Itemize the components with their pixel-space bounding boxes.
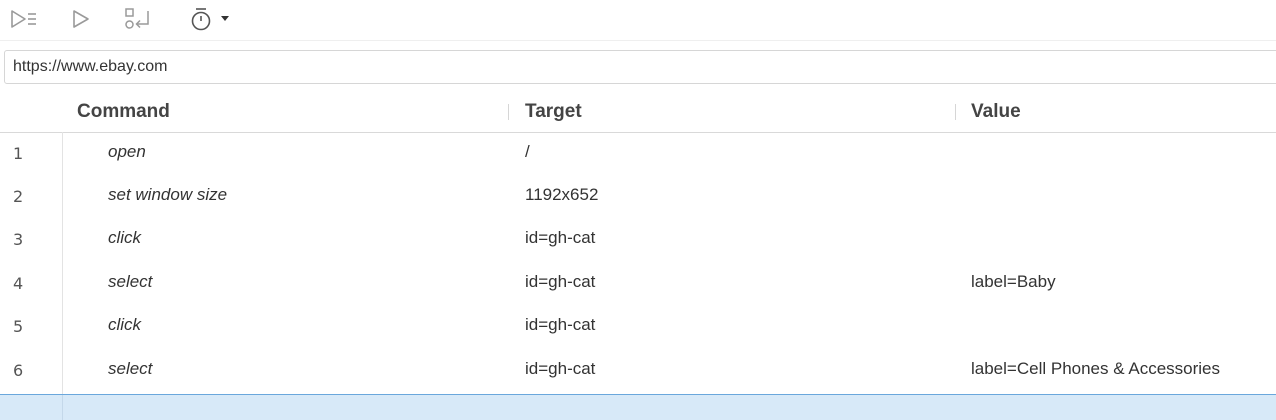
table-row[interactable]: 3 click id=gh-cat <box>0 218 1276 261</box>
table-header: Command Target Value <box>0 92 1276 133</box>
row-number: 3 <box>13 230 24 249</box>
base-url-field[interactable] <box>4 50 1276 84</box>
table-row[interactable]: 6 select id=gh-cat label=Cell Phones & A… <box>0 349 1276 392</box>
run-current-test-icon <box>73 10 89 28</box>
table-row[interactable]: 5 click id=gh-cat <box>0 305 1276 348</box>
target-cell[interactable]: 1192x652 <box>525 175 598 218</box>
command-cell[interactable]: open <box>108 132 146 175</box>
test-speed-icon <box>191 8 229 31</box>
row-number: 4 <box>13 274 24 293</box>
column-resize-handle[interactable] <box>955 104 956 120</box>
step-over-icon <box>125 8 149 29</box>
column-resize-handle[interactable] <box>508 104 509 120</box>
column-header-value[interactable]: Value <box>971 92 1021 132</box>
target-cell[interactable]: / <box>525 132 530 175</box>
table-row[interactable]: 2 set window size 1192x652 <box>0 175 1276 218</box>
empty-selected-row[interactable] <box>0 394 1276 420</box>
row-number: 6 <box>13 361 24 380</box>
row-number: 1 <box>13 144 24 163</box>
command-cell[interactable]: click <box>108 305 141 348</box>
column-header-target[interactable]: Target <box>525 92 582 132</box>
target-cell[interactable]: id=gh-cat <box>525 305 595 348</box>
base-url-input[interactable] <box>13 51 1213 83</box>
target-cell[interactable]: id=gh-cat <box>525 262 595 305</box>
table-row[interactable]: 4 select id=gh-cat label=Baby <box>0 262 1276 305</box>
target-cell[interactable]: id=gh-cat <box>525 218 595 261</box>
row-number: 2 <box>13 187 24 206</box>
toolbar <box>0 0 1276 41</box>
target-cell[interactable]: id=gh-cat <box>525 349 595 392</box>
command-cell[interactable]: set window size <box>108 175 227 218</box>
run-current-test-button[interactable] <box>66 5 94 33</box>
table-row[interactable]: 1 open / <box>0 132 1276 175</box>
value-cell[interactable]: label=Cell Phones & Accessories <box>971 349 1220 392</box>
gutter-divider <box>62 395 63 420</box>
run-all-tests-button[interactable] <box>6 5 40 33</box>
command-cell[interactable]: select <box>108 349 152 392</box>
run-all-tests-icon <box>11 10 36 28</box>
column-header-command[interactable]: Command <box>77 92 170 132</box>
value-cell[interactable]: label=Baby <box>971 262 1056 305</box>
step-over-button[interactable] <box>120 5 154 33</box>
command-cell[interactable]: click <box>108 218 141 261</box>
command-cell[interactable]: select <box>108 262 152 305</box>
test-speed-button[interactable] <box>184 5 234 33</box>
row-number: 5 <box>13 317 24 336</box>
